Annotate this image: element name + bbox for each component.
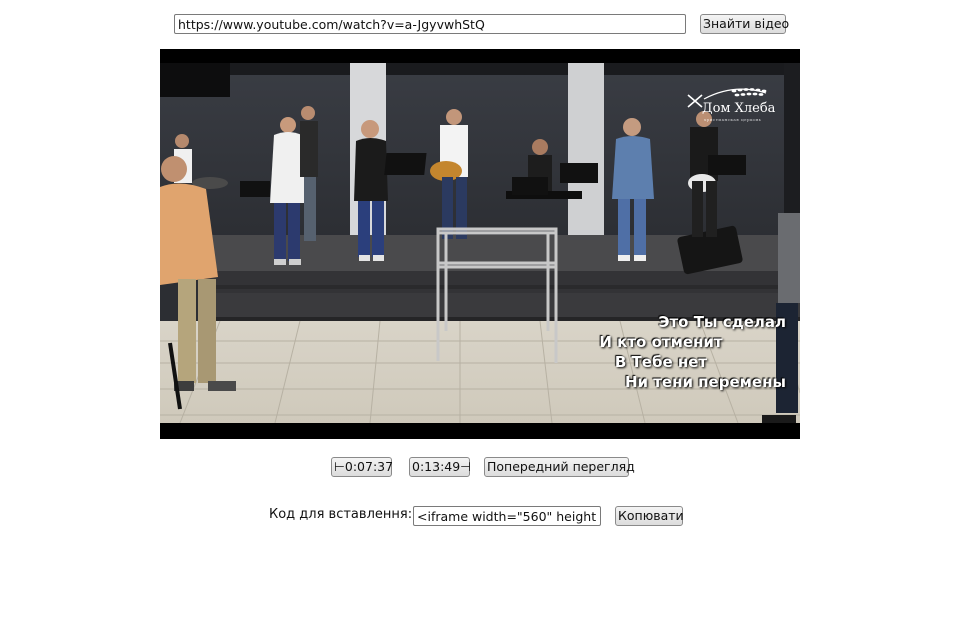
lyric-line-2: И кто отменит (599, 333, 723, 351)
url-row: Знайти відео (174, 14, 789, 36)
preview-button[interactable]: Попередний перегляд (484, 457, 635, 477)
embed-code-label: Код для вставлення: (269, 507, 413, 522)
video-player[interactable]: Дом Хлеба христианская церковь Это Ты сд… (160, 49, 800, 439)
set-end-time-button[interactable]: 0:13:49⊣ (409, 457, 471, 477)
logo-subtext: христианская церковь (704, 117, 762, 122)
embed-row: Код для вставлення: Копювати (0, 506, 960, 526)
embed-code-input[interactable] (413, 506, 601, 526)
copy-button[interactable]: Копювати (615, 506, 684, 526)
lyric-line-3: В Тебе нет (614, 353, 708, 371)
set-start-time-button[interactable]: ⊢0:07:37 (331, 457, 393, 477)
lyrics-overlay: Это Ты сделал И кто отменит В Тебе нет Н… (546, 312, 786, 392)
lyric-line-1: Это Ты сделал (658, 313, 786, 331)
logo-text: Дом Хлеба (702, 101, 776, 116)
clip-controls: ⊢0:07:37 0:13:49⊣ Попередний перегляд (0, 457, 960, 477)
video-frame: Дом Хлеба христианская церковь Это Ты сд… (160, 63, 800, 423)
video-url-input[interactable] (174, 14, 686, 34)
lyric-line-4: Ни тени перемены (624, 373, 786, 391)
church-logo: Дом Хлеба христианская церковь (684, 85, 776, 122)
find-video-button[interactable]: Знайти відео (700, 14, 789, 34)
